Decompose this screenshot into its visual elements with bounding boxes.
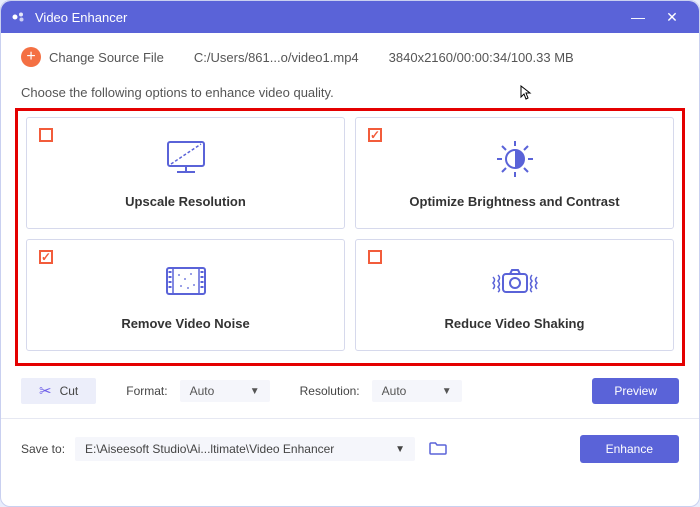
save-to-label: Save to:: [21, 442, 65, 456]
scissors-icon: ✂: [39, 382, 52, 400]
checkbox-upscale[interactable]: [39, 128, 53, 142]
filmstrip-icon: [159, 260, 213, 302]
preview-button[interactable]: Preview: [592, 378, 679, 404]
format-dropdown[interactable]: Auto ▼: [180, 380, 270, 402]
titlebar: Video Enhancer — ✕: [1, 1, 699, 33]
preview-label: Preview: [614, 384, 657, 398]
enhance-options-grid: Upscale Resolution Optimize Brightness a…: [15, 108, 685, 366]
checkbox-noise[interactable]: [39, 250, 53, 264]
app-title: Video Enhancer: [35, 10, 621, 25]
source-path: C:/Users/861...o/video1.mp4: [194, 50, 359, 65]
enhance-button[interactable]: Enhance: [580, 435, 679, 463]
option-remove-noise[interactable]: Remove Video Noise: [26, 239, 345, 351]
option-noise-title: Remove Video Noise: [121, 316, 249, 331]
resolution-value: Auto: [382, 384, 407, 398]
source-info: 3840x2160/00:00:34/100.33 MB: [389, 50, 574, 65]
source-row: + Change Source File C:/Users/861...o/vi…: [1, 33, 699, 77]
resolution-label: Resolution:: [300, 384, 360, 398]
cut-label: Cut: [60, 384, 79, 398]
option-brightness-contrast[interactable]: Optimize Brightness and Contrast: [355, 117, 674, 229]
option-upscale-resolution[interactable]: Upscale Resolution: [26, 117, 345, 229]
chevron-down-icon: ▼: [395, 444, 405, 455]
save-path-dropdown[interactable]: E:\Aiseesoft Studio\Ai...ltimate\Video E…: [75, 437, 415, 461]
app-icon: [11, 9, 27, 25]
open-folder-button[interactable]: [425, 439, 451, 460]
option-shaking-title: Reduce Video Shaking: [445, 316, 585, 331]
enhance-label: Enhance: [606, 442, 653, 456]
option-reduce-shaking[interactable]: Reduce Video Shaking: [355, 239, 674, 351]
minimize-button[interactable]: —: [621, 9, 655, 25]
chevron-down-icon: ▼: [442, 386, 452, 397]
instruction-text: Choose the following options to enhance …: [1, 77, 699, 106]
divider: [1, 418, 699, 419]
change-source-button[interactable]: + Change Source File: [21, 47, 164, 67]
cursor-icon: [520, 85, 532, 104]
plus-icon: +: [21, 47, 41, 67]
close-button[interactable]: ✕: [655, 9, 689, 26]
checkbox-shaking[interactable]: [368, 250, 382, 264]
change-source-label: Change Source File: [49, 50, 164, 65]
video-enhancer-window: Video Enhancer — ✕ + Change Source File …: [0, 0, 700, 507]
monitor-icon: [161, 138, 211, 180]
save-row: Save to: E:\Aiseesoft Studio\Ai...ltimat…: [1, 423, 699, 475]
chevron-down-icon: ▼: [250, 386, 260, 397]
option-upscale-title: Upscale Resolution: [125, 194, 246, 209]
brightness-icon: [485, 138, 545, 180]
save-path-value: E:\Aiseesoft Studio\Ai...ltimate\Video E…: [85, 442, 334, 456]
controls-row: ✂ Cut Format: Auto ▼ Resolution: Auto ▼ …: [1, 368, 699, 414]
camera-shake-icon: [485, 260, 545, 302]
format-label: Format:: [126, 384, 167, 398]
cut-button[interactable]: ✂ Cut: [21, 378, 96, 404]
option-brightness-title: Optimize Brightness and Contrast: [409, 194, 619, 209]
format-value: Auto: [190, 384, 215, 398]
checkbox-brightness[interactable]: [368, 128, 382, 142]
resolution-dropdown[interactable]: Auto ▼: [372, 380, 462, 402]
